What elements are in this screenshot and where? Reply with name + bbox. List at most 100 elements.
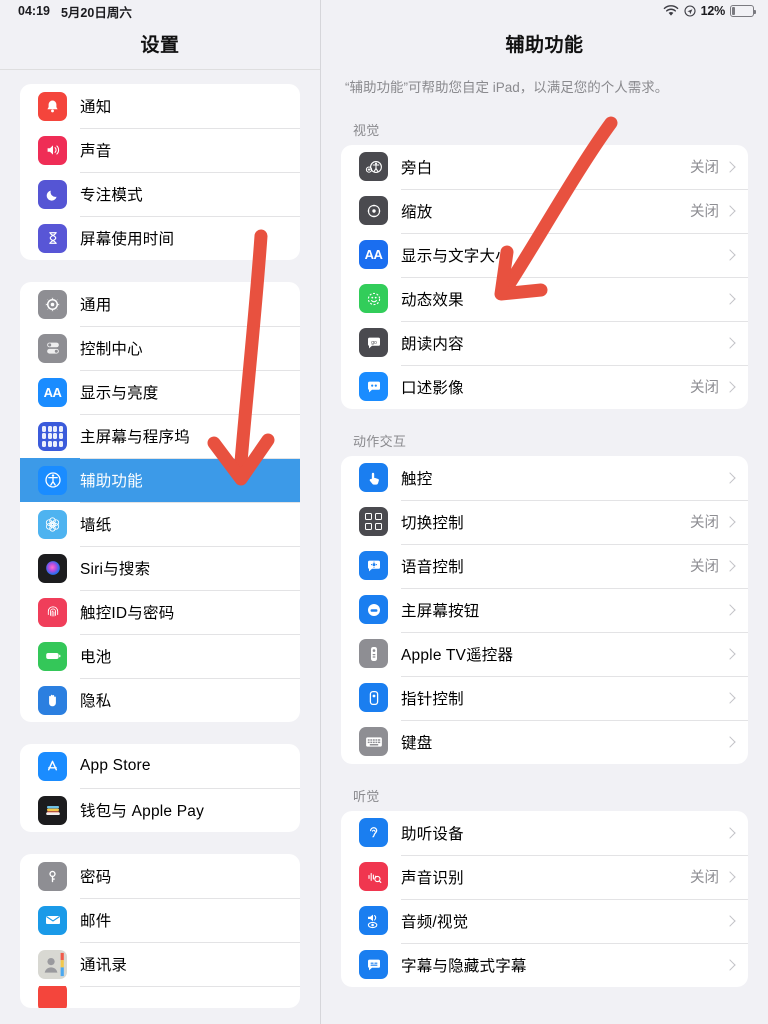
sidebar-item-sounds[interactable]: 声音 <box>20 128 300 172</box>
wallpaper-icon <box>38 509 67 539</box>
detail-item-voice-control[interactable]: 语音控制 关闭 <box>341 543 748 588</box>
detail-item-apple-tv-remote[interactable]: Apple TV遥控器 <box>341 631 748 676</box>
detail-item-captions[interactable]: 字幕与隐藏式字幕 <box>341 942 748 987</box>
detail-item-audio-visual[interactable]: 音频/视觉 <box>341 898 748 943</box>
sidebar-item-app-store[interactable]: App Store <box>20 744 300 788</box>
detail-item-motion[interactable]: 动态效果 <box>341 276 748 321</box>
apple-tv-remote-icon <box>359 639 388 669</box>
detail-item-pointer-control[interactable]: 指针控制 <box>341 675 748 720</box>
sidebar-item-home-screen-dock[interactable]: 主屏幕与程序坞 <box>20 414 300 458</box>
sidebar-item-label: 控制中心 <box>80 341 143 358</box>
sidebar-item-partial[interactable] <box>20 986 300 1008</box>
sidebar-item-label: 邮件 <box>80 913 112 930</box>
detail-item-value: 关闭 <box>690 204 719 221</box>
contacts-icon <box>38 949 67 979</box>
status-time: 04:19 <box>18 4 50 18</box>
mail-icon <box>38 905 67 935</box>
sidebar-item-notifications[interactable]: 通知 <box>20 84 300 128</box>
detail-item-switch-control[interactable]: 切换控制 关闭 <box>341 499 748 544</box>
switch-control-icon <box>359 507 388 537</box>
status-date: 5月20日周六 <box>60 5 132 20</box>
chevron-right-icon <box>724 560 736 572</box>
sidebar-item-label: 触控ID与密码 <box>80 605 175 622</box>
chevron-right-icon <box>724 205 736 217</box>
chevron-right-icon <box>724 381 736 393</box>
accessibility-detail-pane[interactable]: 辅助功能 “辅助功能”可帮助您自定 iPad，以满足您的个人需求。 视觉 旁白 … <box>320 0 768 1024</box>
sidebar-item-contacts[interactable]: 通讯录 <box>20 942 300 986</box>
sidebar-item-label: 通讯录 <box>80 957 128 974</box>
detail-item-label: 切换控制 <box>401 514 464 532</box>
detail-item-touch[interactable]: 触控 <box>341 456 748 500</box>
detail-item-value: 关闭 <box>690 559 719 576</box>
sidebar-item-wallet-apple-pay[interactable]: 钱包与 Apple Pay <box>20 788 300 832</box>
detail-item-zoom[interactable]: 缩放 关闭 <box>341 188 748 233</box>
detail-item-value: 关闭 <box>690 160 719 177</box>
sidebar-item-label: 显示与亮度 <box>80 385 159 402</box>
settings-sidebar[interactable]: 设置 通知 声音 专注模式 屏幕使用时间 通用 控制中心 AA 显示与亮度 主屏… <box>0 0 320 1024</box>
sidebar-group-accounts: 密码 邮件 通讯录 <box>20 854 300 1008</box>
sidebar-item-label: 专注模式 <box>80 187 143 204</box>
section-card-motor: 触控 切换控制 关闭 语音控制 关闭 主屏幕按钮 Apple TV遥控器 指针控… <box>341 455 748 764</box>
detail-item-label: 显示与文字大小 <box>401 247 511 265</box>
aa-icon: AA <box>359 240 388 270</box>
sidebar-item-label: 墙纸 <box>80 517 112 534</box>
detail-item-audio-descriptions[interactable]: 口述影像 关闭 <box>341 364 748 409</box>
sound-recognition-icon <box>359 862 388 892</box>
detail-item-label: 触控 <box>401 470 433 488</box>
ipad-settings-screen: 04:19 5月20日周六 12% 设置 通知 声音 专注模式 屏幕使用时间 通… <box>0 0 768 1024</box>
hearing-devices-icon <box>359 818 388 848</box>
sidebar-item-wallpaper[interactable]: 墙纸 <box>20 502 300 546</box>
sidebar-item-siri-search[interactable]: Siri与搜索 <box>20 546 300 590</box>
detail-item-label: 字幕与隐藏式字幕 <box>401 957 527 975</box>
wallet-icon <box>38 795 67 825</box>
detail-item-sound-recognition[interactable]: 声音识别 关闭 <box>341 854 748 899</box>
gear-icon <box>38 289 67 319</box>
detail-item-label: 助听设备 <box>401 825 464 843</box>
sidebar-item-label: 通知 <box>80 99 112 116</box>
sidebar-item-passwords[interactable]: 密码 <box>20 854 300 898</box>
sidebar-item-display-brightness[interactable]: AA 显示与亮度 <box>20 370 300 414</box>
sidebar-item-privacy[interactable]: 隐私 <box>20 678 300 722</box>
location-icon <box>684 5 696 17</box>
sidebar-group-notifications: 通知 声音 专注模式 屏幕使用时间 <box>20 84 300 260</box>
detail-item-label: 语音控制 <box>401 558 464 576</box>
detail-scroll[interactable]: “辅助功能”可帮助您自定 iPad，以满足您的个人需求。 视觉 旁白 关闭 缩放 <box>321 67 768 987</box>
detail-item-label: 键盘 <box>401 734 433 752</box>
sidebar-item-label: 通用 <box>80 297 112 314</box>
sidebar-item-label: 隐私 <box>80 693 112 710</box>
calendar-icon <box>38 986 67 1008</box>
section-card-vision: 旁白 关闭 缩放 关闭 AA 显示与文字大小 动态效果 go 朗读内容 口述影像… <box>341 144 748 409</box>
sidebar-item-label: 屏幕使用时间 <box>80 231 175 248</box>
detail-item-voiceover[interactable]: 旁白 关闭 <box>341 145 748 189</box>
detail-item-label: 指针控制 <box>401 690 464 708</box>
battery-icon <box>730 5 757 17</box>
detail-item-hearing-devices[interactable]: 助听设备 <box>341 811 748 855</box>
detail-item-display-text-size[interactable]: AA 显示与文字大小 <box>341 232 748 277</box>
audio-visual-icon <box>359 906 388 936</box>
moon-icon <box>38 179 67 209</box>
section-card-hearing: 助听设备 声音识别 关闭 音频/视觉 字幕与隐藏式字幕 <box>341 810 748 987</box>
sidebar-item-touchid-passcode[interactable]: 触控ID与密码 <box>20 590 300 634</box>
detail-item-label: 动态效果 <box>401 291 464 309</box>
detail-item-label: 主屏幕按钮 <box>401 602 480 620</box>
chevron-right-icon <box>724 648 736 660</box>
section-header-hearing: 听觉 <box>353 788 380 804</box>
detail-item-spoken-content[interactable]: go 朗读内容 <box>341 320 748 365</box>
status-bar: 04:19 5月20日周六 12% <box>0 0 768 22</box>
sidebar-item-mail[interactable]: 邮件 <box>20 898 300 942</box>
sidebar-item-battery[interactable]: 电池 <box>20 634 300 678</box>
detail-item-home-button[interactable]: 主屏幕按钮 <box>341 587 748 632</box>
sidebar-item-label: 电池 <box>80 649 112 666</box>
sidebar-group-store: App Store 钱包与 Apple Pay <box>20 744 300 832</box>
sidebar-scroll[interactable]: 通知 声音 专注模式 屏幕使用时间 通用 控制中心 AA 显示与亮度 主屏幕与程… <box>0 70 320 1008</box>
chevron-right-icon <box>724 959 736 971</box>
sidebar-item-accessibility[interactable]: 辅助功能 <box>20 458 300 502</box>
sidebar-item-focus[interactable]: 专注模式 <box>20 172 300 216</box>
sidebar-item-screen-time[interactable]: 屏幕使用时间 <box>20 216 300 260</box>
detail-item-keyboard[interactable]: 键盘 <box>341 719 748 764</box>
sidebar-item-control-center[interactable]: 控制中心 <box>20 326 300 370</box>
siri-icon <box>38 553 67 583</box>
detail-item-label: 朗读内容 <box>401 335 464 353</box>
sidebar-item-general[interactable]: 通用 <box>20 282 300 326</box>
audio-description-icon <box>359 372 388 402</box>
